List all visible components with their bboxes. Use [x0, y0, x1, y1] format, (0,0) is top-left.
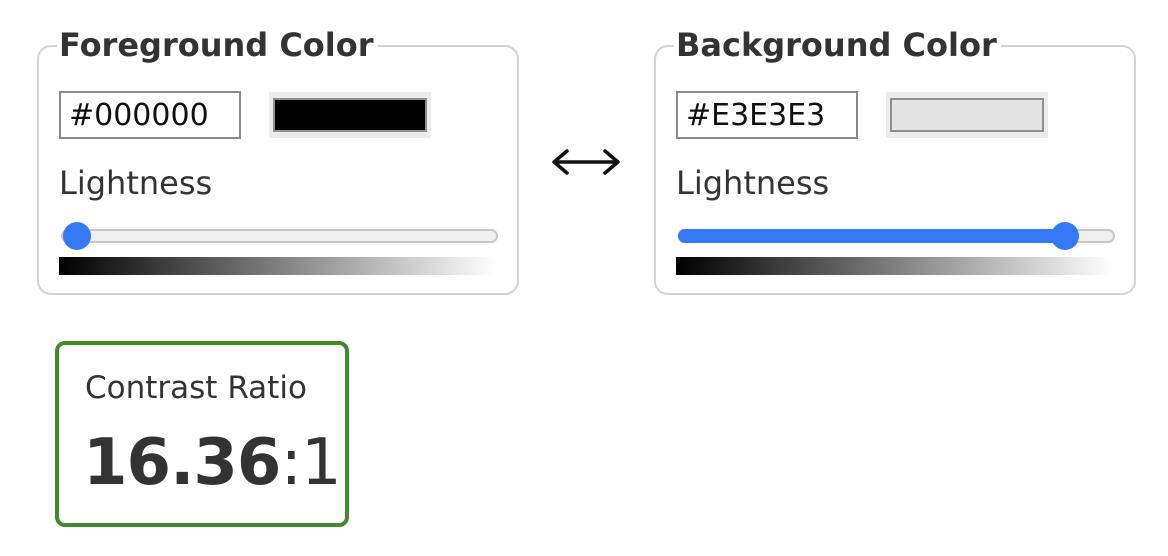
contrast-ratio-value: 16.36:1 — [83, 425, 342, 501]
contrast-ratio-suffix: :1 — [280, 426, 341, 500]
background-lightness-fill — [678, 229, 1066, 243]
foreground-lightness-gradient — [59, 257, 496, 275]
background-lightness-thumb[interactable] — [1051, 222, 1080, 250]
background-color-picker[interactable] — [886, 92, 1048, 138]
background-hex-input[interactable] — [676, 91, 858, 139]
foreground-hex-input[interactable] — [59, 91, 241, 139]
contrast-ratio-result: Contrast Ratio 16.36:1 — [55, 341, 349, 527]
background-lightness-gradient — [676, 257, 1113, 275]
foreground-lightness-label: Lightness — [59, 164, 213, 202]
foreground-color-picker[interactable] — [269, 92, 431, 138]
left-right-arrow-icon[interactable] — [549, 142, 623, 182]
foreground-color-swatch — [273, 98, 427, 132]
foreground-lightness-slider[interactable] — [61, 222, 498, 250]
background-color-legend: Background Color — [674, 27, 1001, 63]
background-lightness-slider[interactable] — [678, 222, 1115, 250]
background-lightness-label: Lightness — [676, 164, 830, 202]
foreground-color-legend: Foreground Color — [57, 27, 378, 63]
contrast-checker: Foreground Color Lightness Background Co… — [0, 0, 1168, 556]
contrast-ratio-label: Contrast Ratio — [85, 370, 307, 406]
background-color-panel: Background Color Lightness — [654, 27, 1136, 295]
background-color-swatch — [890, 98, 1044, 132]
foreground-color-panel: Foreground Color Lightness — [37, 27, 519, 295]
contrast-ratio-number: 16.36 — [83, 426, 281, 500]
foreground-lightness-thumb[interactable] — [63, 222, 91, 250]
